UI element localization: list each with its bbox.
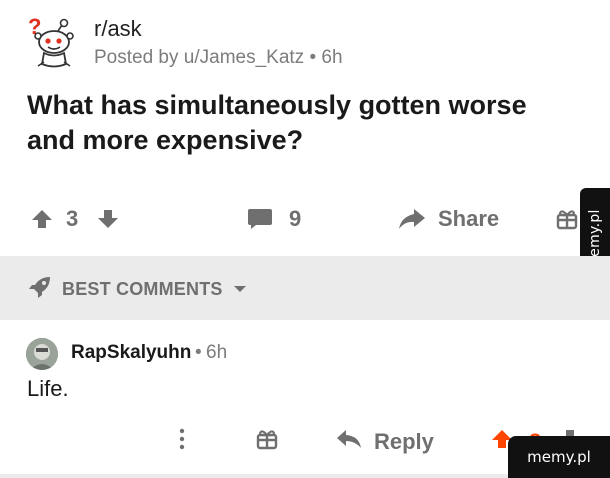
post-meta: Posted by u/James_Katz • 6h — [94, 47, 343, 68]
subreddit-name[interactable]: r/ask — [94, 16, 142, 42]
share-arrow-icon — [398, 207, 426, 231]
reply-label: Reply — [374, 429, 434, 454]
sort-label: BEST COMMENTS — [62, 279, 223, 299]
sort-dropdown[interactable]: BEST COMMENTS — [28, 275, 247, 304]
post-vote-count: 3 — [66, 206, 79, 231]
comment-bubble-icon — [247, 207, 273, 231]
comment-separator: • — [195, 342, 202, 363]
more-vertical-icon — [178, 428, 186, 456]
gift-icon — [556, 208, 578, 230]
post-action-bar: 3 9 Share — [0, 196, 610, 242]
gift-icon — [256, 428, 278, 456]
comment-username[interactable]: RapSkalyuhn — [71, 342, 191, 364]
more-options-button[interactable] — [178, 422, 186, 462]
comment-award-button[interactable] — [256, 422, 278, 462]
share-label: Share — [438, 206, 500, 231]
arrow-down-icon — [96, 207, 120, 231]
arrow-up-icon — [30, 207, 54, 231]
comments-button[interactable]: 9 — [247, 196, 301, 242]
reply-arrow-icon — [336, 428, 362, 456]
share-button[interactable]: Share — [398, 196, 499, 242]
comment-body: Life. — [27, 376, 69, 401]
post-title: What has simultaneously gotten worse and… — [27, 90, 527, 155]
subreddit-snoo-icon[interactable]: ? — [26, 14, 78, 70]
watermark-corner-text: memy.pl — [527, 448, 591, 466]
rocket-icon — [28, 275, 52, 304]
comment-time: 6h — [206, 342, 228, 363]
reply-button[interactable]: Reply — [336, 422, 434, 462]
award-button[interactable] — [556, 196, 578, 242]
watermark-corner: memy.pl — [508, 436, 610, 478]
post-header: ? r/ask Posted by u/James_Katz • 6h — [20, 12, 590, 74]
chevron-down-icon — [233, 281, 247, 299]
comment-count: 9 — [289, 206, 302, 231]
upvote-button[interactable] — [30, 196, 54, 242]
avatar[interactable] — [26, 338, 58, 370]
downvote-button[interactable] — [96, 196, 120, 242]
comment-sort-bar: BEST COMMENTS — [0, 256, 610, 320]
